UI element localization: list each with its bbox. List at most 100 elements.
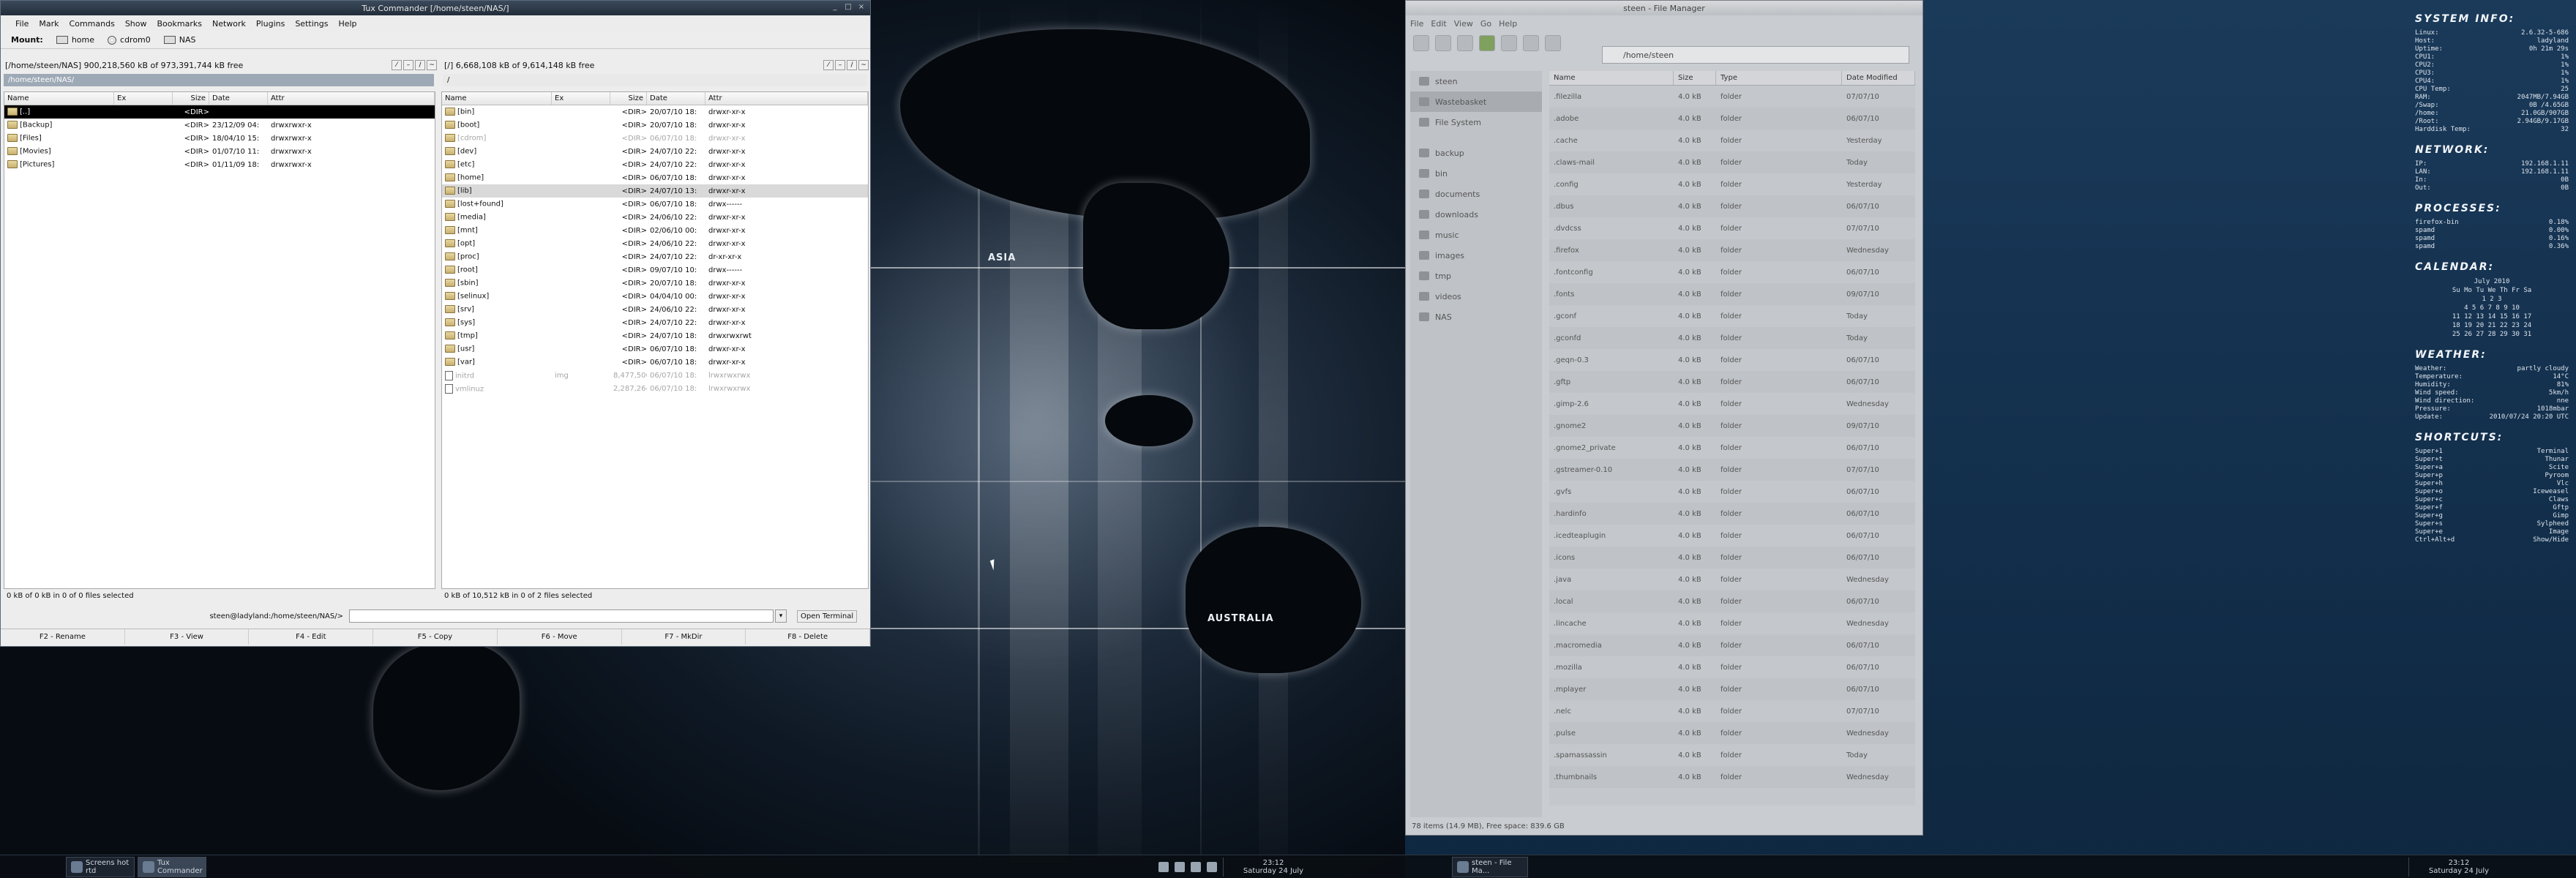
file-row[interactable]: [Backup] <DIR> 23/12/09 04: drwxrwxr-x: [4, 119, 435, 132]
left-panel-btn-root[interactable]: ⁄: [392, 60, 402, 70]
fm-file-row[interactable]: .gnome2_private 4.0 kB folder 06/07/10: [1549, 437, 1915, 459]
right-path[interactable]: /: [443, 74, 867, 86]
file-row[interactable]: [cdrom] <DIR> 06/07/10 18: drwxr-xr-x: [442, 132, 868, 145]
fm-file-row[interactable]: .nelc 4.0 kB folder 07/07/10: [1549, 700, 1915, 722]
file-row[interactable]: [home] <DIR> 06/07/10 18: drwxr-xr-x: [442, 171, 868, 184]
menu-settings[interactable]: Settings: [295, 19, 328, 29]
sidebar-item[interactable]: images: [1410, 245, 1542, 266]
col-date[interactable]: Date: [209, 92, 268, 105]
f4-edit-button[interactable]: F4 - Edit: [249, 629, 374, 645]
fm-file-row[interactable]: .gconf 4.0 kB folder Today: [1549, 305, 1915, 327]
mount-nas[interactable]: NAS: [163, 35, 196, 45]
fm-file-row[interactable]: .fontconfig 4.0 kB folder 06/07/10: [1549, 261, 1915, 283]
col-size[interactable]: Size: [173, 92, 209, 105]
sidebar-item[interactable]: Wastebasket: [1410, 91, 1542, 112]
col-ext[interactable]: Ex: [552, 92, 610, 105]
folder-icon[interactable]: [1545, 35, 1561, 51]
sidebar-item[interactable]: videos: [1410, 286, 1542, 307]
menu-file[interactable]: File: [15, 19, 29, 29]
left-path[interactable]: /home/steen/NAS/: [4, 74, 434, 86]
clipboard-icon[interactable]: [1207, 861, 1217, 872]
right-panel-btn-up[interactable]: –: [835, 60, 845, 70]
fm-file-row[interactable]: .gstreamer-0.10 4.0 kB folder 07/07/10: [1549, 459, 1915, 481]
task-screenshot[interactable]: Screens hot rtd: [66, 856, 135, 877]
fm-file-row[interactable]: .geqn-0.3 4.0 kB folder 06/07/10: [1549, 349, 1915, 371]
fm-menu-file[interactable]: File: [1410, 19, 1423, 29]
sidebar-item[interactable]: music: [1410, 225, 1542, 245]
fm-file-row[interactable]: .mplayer 4.0 kB folder 06/07/10: [1549, 678, 1915, 700]
fm-file-row[interactable]: .hardinfo 4.0 kB folder 06/07/10: [1549, 503, 1915, 525]
sidebar-item[interactable]: NAS: [1410, 307, 1542, 327]
fm-file-row[interactable]: .cache 4.0 kB folder Yesterday: [1549, 130, 1915, 151]
file-row[interactable]: [sbin] <DIR> 20/07/10 18: drwxr-xr-x: [442, 277, 868, 290]
right-panel-btn-slash[interactable]: /: [847, 60, 857, 70]
col-attr[interactable]: Attr: [705, 92, 868, 105]
file-row[interactable]: [srv] <DIR> 24/06/10 22: drwxr-xr-x: [442, 303, 868, 316]
clock-right[interactable]: 23:12 Saturday 24 July: [2415, 859, 2503, 875]
volume-icon[interactable]: [1191, 861, 1201, 872]
file-row[interactable]: [proc] <DIR> 24/07/10 22: dr-xr-xr-x: [442, 250, 868, 263]
task-tux-commander[interactable]: Tux Commander: [138, 856, 206, 877]
file-row[interactable]: [usr] <DIR> 06/07/10 18: drwxr-xr-x: [442, 342, 868, 356]
menu-plugins[interactable]: Plugins: [256, 19, 285, 29]
sidebar-item[interactable]: steen: [1410, 71, 1542, 91]
f8-delete-button[interactable]: F8 - Delete: [746, 629, 870, 645]
sidebar-item[interactable]: tmp: [1410, 266, 1542, 286]
file-row[interactable]: [Movies] <DIR> 01/07/10 11: drwxrwxr-x: [4, 145, 435, 158]
file-row[interactable]: [dev] <DIR> 24/07/10 22: drwxr-xr-x: [442, 145, 868, 158]
f7-mkdir-button[interactable]: F7 - MkDir: [622, 629, 746, 645]
forward-icon[interactable]: [1435, 35, 1451, 51]
fm-file-row[interactable]: .icedteaplugin 4.0 kB folder 06/07/10: [1549, 525, 1915, 547]
file-row[interactable]: [lib] <DIR> 24/07/10 13: drwxr-xr-x: [442, 184, 868, 198]
fm-file-row[interactable]: .claws-mail 4.0 kB folder Today: [1549, 151, 1915, 173]
fm-file-row[interactable]: .adobe 4.0 kB folder 06/07/10: [1549, 108, 1915, 130]
close-icon[interactable]: ×: [1909, 3, 1918, 12]
back-icon[interactable]: [1413, 35, 1429, 51]
file-row[interactable]: [mnt] <DIR> 02/06/10 00: drwxr-xr-x: [442, 224, 868, 237]
task-file-manager[interactable]: steen - File Ma...: [1452, 856, 1528, 877]
file-row[interactable]: [var] <DIR> 06/07/10 18: drwxr-xr-x: [442, 356, 868, 369]
file-row[interactable]: [lost+found] <DIR> 06/07/10 18: drwx------: [442, 198, 868, 211]
mount-cdrom[interactable]: cdrom0: [108, 35, 151, 45]
col-name[interactable]: Name: [442, 92, 552, 105]
fm-file-row[interactable]: .pulse 4.0 kB folder Wednesday: [1549, 722, 1915, 744]
clock-left[interactable]: 23:12 Saturday 24 July: [1229, 859, 1317, 875]
view-icon[interactable]: [1523, 35, 1539, 51]
file-row[interactable]: [..] <DIR>: [4, 105, 435, 119]
col-name[interactable]: Name: [4, 92, 114, 105]
file-row[interactable]: [etc] <DIR> 24/07/10 22: drwxr-xr-x: [442, 158, 868, 171]
sidebar-item[interactable]: backup: [1410, 143, 1542, 163]
maximize-icon[interactable]: □: [1896, 3, 1905, 12]
fm-menu-view[interactable]: View: [1454, 19, 1473, 29]
file-row[interactable]: [Pictures] <DIR> 01/11/09 18: drwxrwxr-x: [4, 158, 435, 171]
mount-home[interactable]: home: [56, 35, 94, 45]
chevron-down-icon[interactable]: ▾: [775, 609, 787, 623]
fm-file-row[interactable]: .firefox 4.0 kB folder Wednesday: [1549, 239, 1915, 261]
col-type[interactable]: Type: [1716, 71, 1842, 85]
open-terminal-button[interactable]: Open Terminal: [797, 609, 858, 623]
right-panel-btn-home[interactable]: ~: [858, 60, 869, 70]
up-icon[interactable]: [1457, 35, 1473, 51]
menu-bookmarks[interactable]: Bookmarks: [157, 19, 202, 29]
menu-network[interactable]: Network: [212, 19, 246, 29]
file-row[interactable]: vmlinuz 2,287,264 06/07/10 18: lrwxrwxrwx: [442, 382, 868, 395]
file-row[interactable]: [root] <DIR> 09/07/10 10: drwx------: [442, 263, 868, 277]
left-panel-btn-up[interactable]: –: [403, 60, 413, 70]
file-row[interactable]: [tmp] <DIR> 24/07/10 18: drwxrwxrwt: [442, 329, 868, 342]
home-icon[interactable]: [1479, 35, 1495, 51]
fm-menu-help[interactable]: Help: [1499, 19, 1517, 29]
fm-menu-go[interactable]: Go: [1480, 19, 1491, 29]
menu-mark[interactable]: Mark: [39, 19, 59, 29]
fm-file-row[interactable]: .gftp 4.0 kB folder 06/07/10: [1549, 371, 1915, 393]
sidebar-item[interactable]: File System: [1410, 112, 1542, 132]
file-row[interactable]: initrd img 8,477,506 06/07/10 18: lrwxrwxrwx: [442, 369, 868, 382]
sidebar-item[interactable]: bin: [1410, 163, 1542, 184]
menu-commands[interactable]: Commands: [70, 19, 115, 29]
minimize-icon[interactable]: _: [1883, 3, 1892, 12]
col-date[interactable]: Date: [647, 92, 705, 105]
fm-file-row[interactable]: .filezilla 4.0 kB folder 07/07/10: [1549, 86, 1915, 108]
fm-file-row[interactable]: .local 4.0 kB folder 06/07/10: [1549, 590, 1915, 612]
fm-file-row[interactable]: .thumbnails 4.0 kB folder Wednesday: [1549, 766, 1915, 788]
fm-file-row[interactable]: .fonts 4.0 kB folder 09/07/10: [1549, 283, 1915, 305]
file-row[interactable]: [boot] <DIR> 20/07/10 18: drwxr-xr-x: [442, 119, 868, 132]
